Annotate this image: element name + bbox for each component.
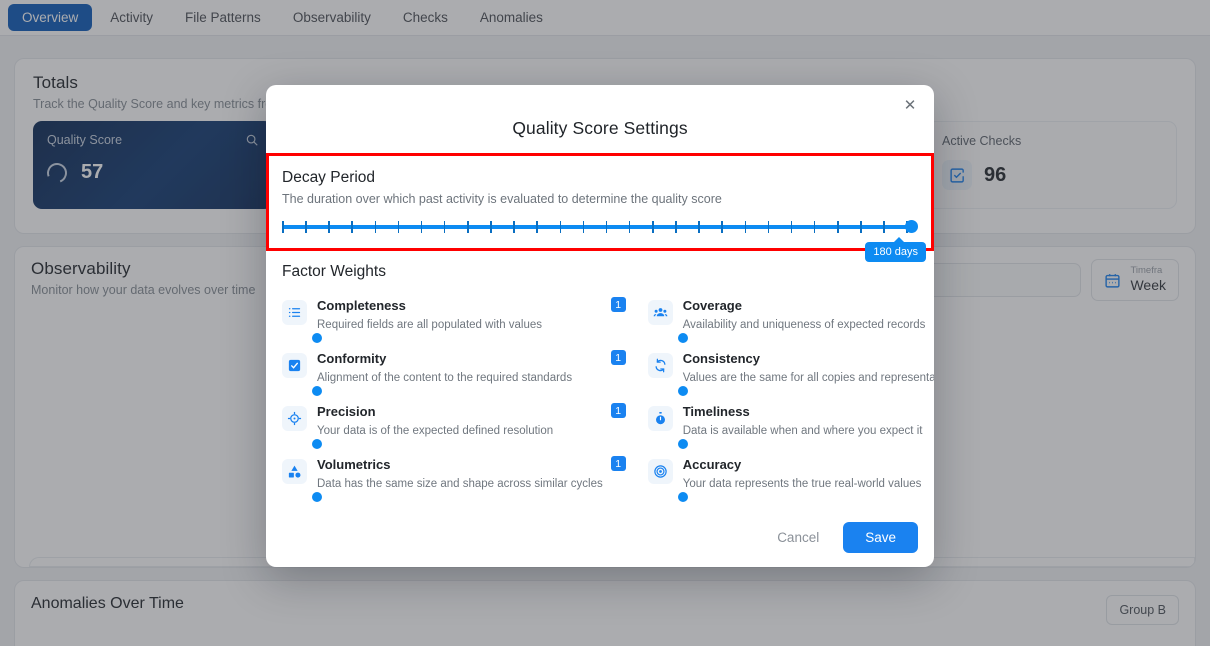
crosshair-icon: [282, 406, 307, 431]
slider-thumb[interactable]: [677, 492, 688, 502]
factor-accuracy: Accuracy Your data represents the true r…: [647, 448, 934, 502]
factor-body: Precision Your data is of the expected d…: [312, 403, 626, 449]
factor-body: Conformity Alignment of the content to t…: [312, 350, 626, 396]
factor-top: Completeness Required fields are all pop…: [317, 297, 626, 333]
factor-body: Timeliness Data is available when and wh…: [677, 403, 934, 449]
cancel-button[interactable]: Cancel: [767, 523, 829, 552]
factor-weight-badge: 1: [610, 456, 626, 471]
factor-top: Timeliness Data is available when and wh…: [683, 403, 934, 439]
factor-body: Completeness Required fields are all pop…: [312, 297, 626, 343]
factor-text: Consistency Values are the same for all …: [683, 350, 934, 386]
slider-thumb[interactable]: [312, 386, 322, 396]
factor-text: Conformity Alignment of the content to t…: [317, 350, 603, 386]
factor-description: Required fields are all populated with v…: [317, 319, 543, 331]
factor-description: Availability and uniqueness of expected …: [682, 319, 926, 331]
factor-weights-section: Factor Weights Completeness Required fie…: [266, 251, 934, 502]
factor-description: Values are the same for all copies and r…: [682, 372, 934, 384]
factor-completeness: Completeness Required fields are all pop…: [282, 289, 626, 343]
factor-top: Volumetrics Data has the same size and s…: [317, 456, 626, 492]
close-icon[interactable]: ✕: [899, 94, 921, 116]
sync-icon: [647, 353, 673, 378]
factor-weight-badge: 1: [610, 350, 626, 365]
factor-top: Precision Your data is of the expected d…: [317, 403, 626, 439]
factor-body: Accuracy Your data represents the true r…: [677, 456, 934, 502]
factor-description: Your data is of the expected defined res…: [317, 425, 554, 437]
decay-slider-ticks: [282, 221, 908, 233]
factor-body: Consistency Values are the same for all …: [677, 350, 934, 396]
decay-slider-thumb[interactable]: [905, 220, 918, 233]
bullseye-icon: [647, 459, 673, 484]
factor-description: Data is available when and where you exp…: [682, 425, 923, 437]
factor-name: Timeliness: [682, 404, 750, 419]
factor-name: Completeness: [317, 298, 406, 313]
save-button[interactable]: Save: [843, 522, 918, 553]
factor-weights-title: Factor Weights: [282, 263, 386, 280]
factor-text: Volumetrics Data has the same size and s…: [317, 456, 603, 492]
factor-top: Consistency Values are the same for all …: [683, 350, 934, 386]
decay-period-description: The duration over which past activity is…: [282, 192, 722, 206]
slider-thumb[interactable]: [312, 492, 322, 502]
factor-conformity: Conformity Alignment of the content to t…: [282, 342, 626, 396]
factor-name: Conformity: [317, 351, 387, 366]
slider-thumb[interactable]: [677, 439, 688, 449]
slider-thumb[interactable]: [677, 333, 688, 343]
modal-title: Quality Score Settings: [512, 118, 688, 138]
factor-body: Volumetrics Data has the same size and s…: [312, 456, 626, 502]
slider-thumb[interactable]: [677, 386, 688, 396]
factor-text: Coverage Availability and uniqueness of …: [683, 297, 934, 333]
factor-timeliness: Timeliness Data is available when and wh…: [647, 395, 934, 449]
slider-thumb[interactable]: [312, 439, 322, 449]
people-icon: [647, 300, 673, 325]
factor-coverage: Coverage Availability and uniqueness of …: [647, 289, 934, 343]
factor-name: Precision: [317, 404, 376, 419]
factor-description: Alignment of the content to the required…: [317, 372, 573, 384]
checkbox-icon: [282, 353, 307, 378]
factor-name: Consistency: [682, 351, 761, 366]
quality-score-settings-modal: Quality Score Settings ✕ Decay Period Th…: [266, 85, 934, 567]
factor-top: Coverage Availability and uniqueness of …: [683, 297, 934, 333]
decay-period-section: Decay Period The duration over which pas…: [266, 153, 934, 262]
factor-text: Precision Your data is of the expected d…: [317, 403, 603, 439]
factor-top: Accuracy Your data represents the true r…: [683, 456, 934, 492]
factor-name: Accuracy: [682, 457, 742, 472]
factor-weight-badge: 1: [610, 403, 626, 418]
factor-text: Completeness Required fields are all pop…: [317, 297, 603, 333]
factor-volumetrics: Volumetrics Data has the same size and s…: [282, 448, 626, 502]
decay-slider-value-badge: 180 days: [865, 237, 926, 262]
factor-text: Timeliness Data is available when and wh…: [683, 403, 934, 439]
factor-precision: Precision Your data is of the expected d…: [282, 395, 626, 449]
stopwatch-icon: [647, 406, 673, 431]
list-icon: [282, 300, 307, 325]
factor-description: Your data represents the true real-world…: [682, 478, 922, 490]
factor-weight-badge: 1: [610, 297, 626, 312]
decay-period-slider[interactable]: 180 days: [282, 220, 926, 262]
factor-text: Accuracy Your data represents the true r…: [683, 456, 934, 492]
modal-footer: Cancel Save: [767, 522, 918, 553]
factor-name: Coverage: [682, 298, 742, 313]
slider-thumb[interactable]: [312, 333, 322, 343]
app-root: Overview Activity File Patterns Observab…: [0, 0, 1210, 646]
factor-body: Coverage Availability and uniqueness of …: [677, 297, 934, 343]
decay-period-title: Decay Period: [282, 169, 376, 186]
factor-name: Volumetrics: [317, 457, 391, 472]
factor-description: Data has the same size and shape across …: [317, 478, 603, 490]
shapes-icon: [282, 459, 307, 484]
modal-header: Quality Score Settings ✕: [266, 85, 934, 153]
factor-weights-grid: Completeness Required fields are all pop…: [282, 289, 934, 502]
factor-consistency: Consistency Values are the same for all …: [647, 342, 934, 396]
factor-top: Conformity Alignment of the content to t…: [317, 350, 626, 386]
